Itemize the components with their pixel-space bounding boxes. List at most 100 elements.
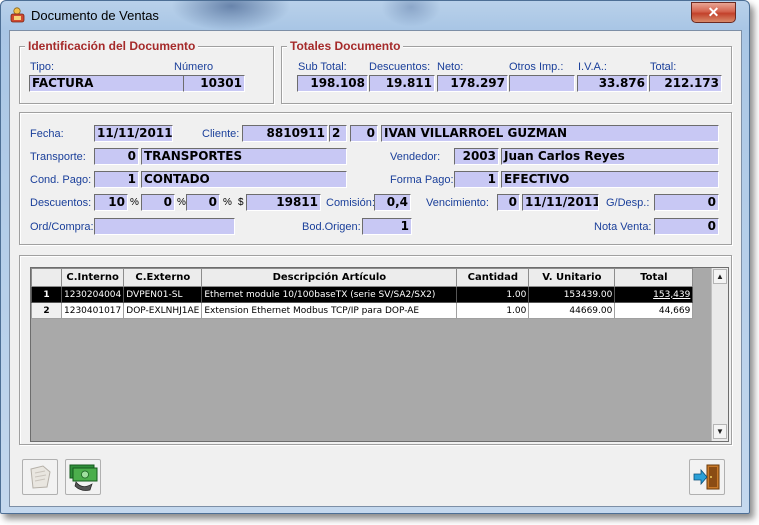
forma-pago-codigo-field[interactable]: 1: [454, 171, 499, 188]
percent-sign: %: [223, 197, 232, 208]
column-header[interactable]: Total: [614, 268, 694, 287]
totales-group-title: Totales Documento: [287, 39, 404, 53]
vertical-scrollbar[interactable]: ▲ ▼: [711, 268, 728, 441]
money-button[interactable]: [65, 459, 101, 495]
descuento-3-field[interactable]: 0: [186, 194, 220, 211]
descuento-1-field[interactable]: 10: [94, 194, 128, 211]
comision-field[interactable]: 0,4: [374, 194, 411, 211]
cliente-rut-field[interactable]: 8810911: [242, 125, 328, 142]
otros-imp-field[interactable]: [509, 75, 575, 92]
column-header[interactable]: C.Interno: [60, 268, 125, 287]
row-number: 2: [31, 302, 62, 319]
money-icon: [69, 464, 98, 491]
descuento-2-field[interactable]: 0: [141, 194, 175, 211]
client-area: Identificación del Documento Tipo: Númer…: [9, 30, 742, 507]
title-bar[interactable]: Documento de Ventas ✕: [1, 1, 749, 31]
cond-pago-nombre-field[interactable]: CONTADO: [141, 171, 347, 188]
totales-group: Totales Documento Sub Total: Descuentos:…: [281, 39, 732, 104]
descuentos-label: Descuentos:: [30, 197, 92, 209]
vendedor-codigo-field[interactable]: 2003: [454, 148, 499, 165]
nota-venta-field[interactable]: 0: [654, 218, 719, 235]
title-decoration: [381, 1, 441, 27]
total-field[interactable]: 212.173: [649, 75, 722, 92]
forma-pago-nombre-field[interactable]: EFECTIVO: [501, 171, 719, 188]
transporte-nombre-field[interactable]: TRANSPORTES: [141, 148, 347, 165]
c-externo-cell[interactable]: DOP-EXLNHJ1AE: [123, 302, 203, 319]
c-interno-cell[interactable]: 1230204004: [60, 286, 125, 303]
forma-pago-label: Forma Pago:: [390, 174, 454, 186]
numero-field[interactable]: 10301: [183, 75, 245, 92]
percent-sign: %: [130, 197, 139, 208]
scroll-up-icon: ▲: [716, 272, 724, 281]
gdesp-label: G/Desp.:: [606, 197, 650, 209]
dollar-sign: $: [238, 197, 244, 208]
column-header[interactable]: Cantidad: [456, 268, 530, 287]
descuentos-total-label: Descuentos:: [369, 61, 431, 73]
cond-pago-label: Cond. Pago:: [30, 174, 92, 186]
table-row[interactable]: 2 1230401017 DOP-EXLNHJ1AE Extension Eth…: [31, 302, 694, 319]
descuento-monto-field[interactable]: 19811: [246, 194, 321, 211]
gdesp-field[interactable]: 0: [654, 194, 719, 211]
cantidad-cell[interactable]: 1.00: [456, 302, 530, 319]
transporte-codigo-field[interactable]: 0: [94, 148, 139, 165]
exit-icon: [693, 464, 720, 490]
iva-label: I.V.A.:: [578, 61, 607, 73]
close-icon: ✕: [707, 4, 720, 20]
vendedor-nombre-field[interactable]: Juan Carlos Reyes: [501, 148, 719, 165]
c-externo-cell[interactable]: DVPEN01-SL: [123, 286, 203, 303]
vencimiento-label: Vencimiento:: [426, 197, 489, 209]
cond-pago-codigo-field[interactable]: 1: [94, 171, 139, 188]
document-form-group: Fecha: 11/11/2011 Cliente: 8810911 2 0 I…: [19, 112, 732, 245]
scroll-down-button[interactable]: ▼: [713, 424, 727, 439]
tipo-label: Tipo:: [30, 61, 55, 73]
cantidad-cell[interactable]: 1.00: [456, 286, 530, 303]
column-header[interactable]: Descripción Artículo: [201, 268, 458, 287]
ord-compra-label: Ord/Compra:: [30, 221, 94, 233]
table-row[interactable]: 1 1230204004 DVPEN01-SL Ethernet module …: [31, 286, 694, 303]
items-grid[interactable]: C.Interno C.Externo Descripción Artículo…: [30, 267, 729, 442]
vencimiento-dias-field[interactable]: 0: [497, 194, 520, 211]
app-icon: [10, 7, 25, 23]
iva-field[interactable]: 33.876: [577, 75, 648, 92]
total-cell[interactable]: 153,439: [614, 286, 694, 303]
nota-venta-label: Nota Venta:: [594, 221, 652, 233]
c-interno-cell[interactable]: 1230401017: [60, 302, 125, 319]
window: Documento de Ventas ✕ Identificación del…: [0, 0, 750, 514]
table-header-row: C.Interno C.Externo Descripción Artículo…: [31, 268, 694, 287]
descripcion-cell[interactable]: Ethernet module 10/100baseTX (serie SV/S…: [201, 286, 458, 303]
percent-sign: %: [177, 197, 186, 208]
ident-group-title: Identificación del Documento: [25, 39, 199, 53]
sub-total-field[interactable]: 198.108: [297, 75, 368, 92]
tipo-field[interactable]: FACTURA: [29, 75, 187, 92]
descuentos-total-field[interactable]: 19.811: [369, 75, 435, 92]
vencimiento-fecha-field[interactable]: 11/11/2011: [522, 194, 599, 211]
cliente-sucursal-field[interactable]: 0: [350, 125, 378, 142]
neto-field[interactable]: 178.297: [437, 75, 508, 92]
title-decoration: [171, 1, 291, 31]
transporte-label: Transporte:: [30, 151, 86, 163]
items-table: C.Interno C.Externo Descripción Artículo…: [31, 268, 694, 319]
exit-button[interactable]: [689, 459, 725, 495]
ident-group: Identificación del Documento Tipo: Númer…: [19, 39, 274, 104]
scroll-up-button[interactable]: ▲: [713, 269, 727, 284]
bod-origen-field[interactable]: 1: [362, 218, 412, 235]
ord-compra-field[interactable]: [94, 218, 235, 235]
document-button[interactable]: [22, 459, 58, 495]
column-header[interactable]: C.Externo: [123, 268, 203, 287]
cliente-dv-field[interactable]: 2: [329, 125, 347, 142]
window-title: Documento de Ventas: [31, 8, 159, 23]
v-unitario-cell[interactable]: 44669.00: [528, 302, 616, 319]
v-unitario-cell[interactable]: 153439.00: [528, 286, 616, 303]
column-header[interactable]: V. Unitario: [528, 268, 616, 287]
total-cell[interactable]: 44,669: [614, 302, 694, 319]
document-icon: [30, 465, 51, 489]
fecha-label: Fecha:: [30, 128, 64, 140]
cliente-nombre-field[interactable]: IVAN VILLARROEL GUZMAN: [381, 125, 719, 142]
row-number: 1: [31, 286, 62, 303]
otros-imp-label: Otros Imp.:: [509, 61, 564, 73]
descripcion-cell[interactable]: Extension Ethernet Modbus TCP/IP para DO…: [201, 302, 458, 319]
close-button[interactable]: ✕: [691, 2, 736, 23]
fecha-field[interactable]: 11/11/2011: [94, 125, 173, 142]
sub-total-label: Sub Total:: [298, 61, 347, 73]
cliente-label: Cliente:: [202, 128, 240, 140]
